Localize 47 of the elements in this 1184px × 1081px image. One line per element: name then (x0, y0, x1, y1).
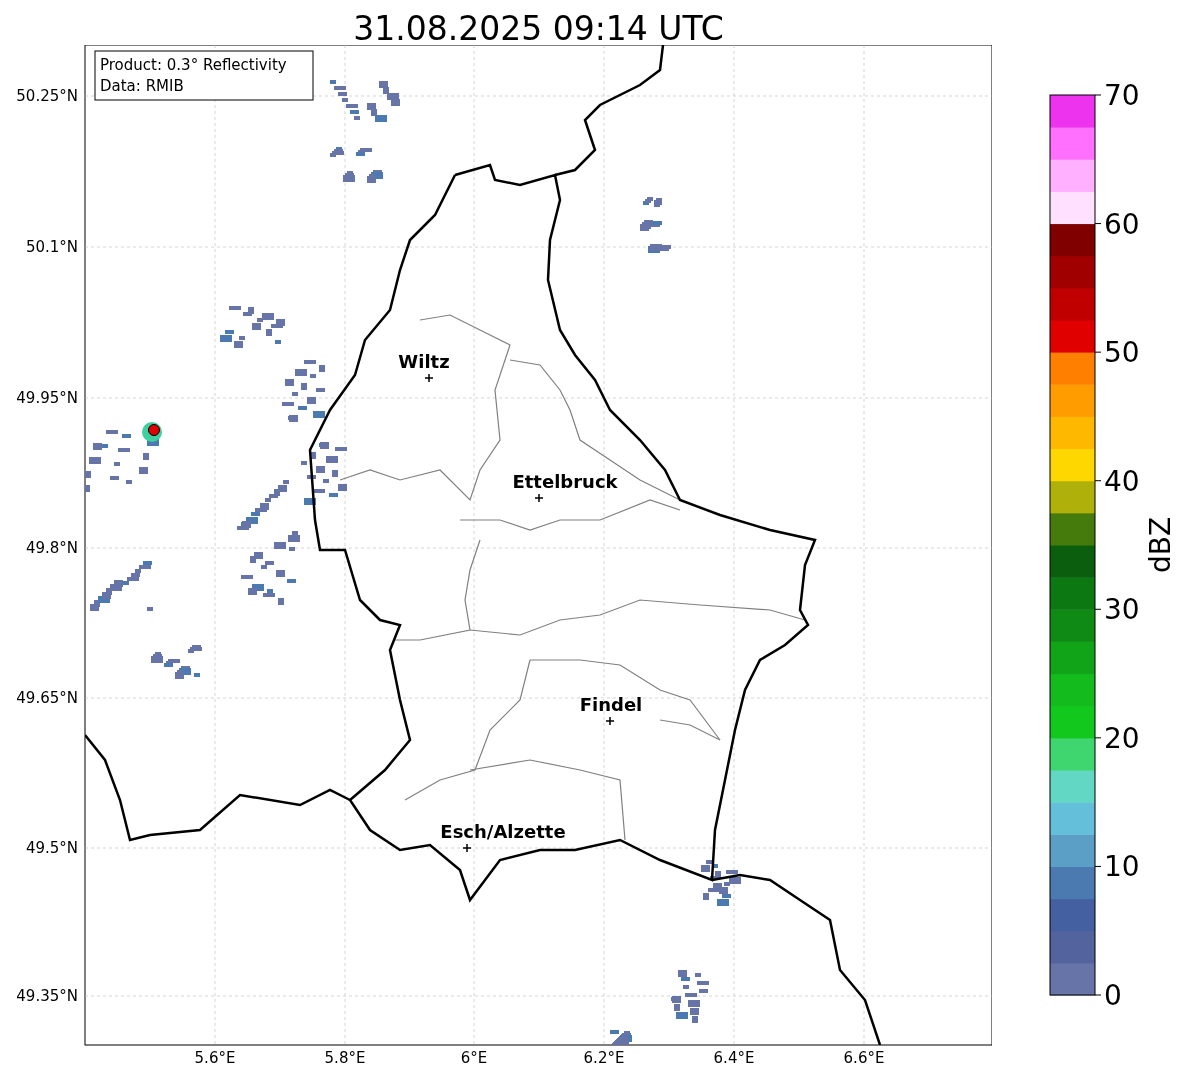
radar-echo-cluster-drawing (90, 561, 153, 611)
radar-echo-cluster-drawing (640, 197, 671, 253)
colorbar-tick-label: 30 (1104, 593, 1140, 627)
longitude-tick-label: 6.4°E (713, 1049, 755, 1067)
longitude-tick-label: 6°E (460, 1049, 488, 1067)
latitude-tick-label: 49.95°N (16, 389, 78, 407)
radar-echo-cluster-drawing (330, 147, 383, 183)
colorbar-tick-label: 60 (1104, 207, 1140, 241)
colorbar-tick-label: 40 (1104, 464, 1140, 498)
city-label: Wiltz (398, 351, 450, 372)
radar-site-icon (142, 422, 162, 442)
radar-echo-cluster-drawing (671, 970, 709, 1023)
colorbar-tick-label: 70 (1104, 79, 1140, 112)
longitude-tick-label: 6.2°E (583, 1049, 625, 1067)
latitude-tick-label: 49.5°N (25, 839, 78, 857)
city-marker-icon (605, 716, 615, 726)
radar-echo-cluster-drawing (220, 306, 285, 348)
legend-text: Data: RMIB (100, 77, 184, 95)
colorbar-tick-label: 20 (1104, 721, 1140, 755)
longitude-tick-label: 6.6°E (843, 1049, 885, 1067)
radar-echo-cluster-drawing (151, 645, 202, 679)
city-label: Findel (579, 694, 643, 715)
longitude-tick-label: 5.8°E (324, 1049, 366, 1067)
city-marker-icon (424, 373, 434, 383)
city-marker-icon (534, 493, 544, 503)
city-marker-icon (462, 843, 472, 853)
radar-echo-cluster-drawing (282, 360, 325, 422)
radar-echo-cluster-drawing (610, 1030, 632, 1045)
latitude-tick-label: 49.8°N (25, 539, 78, 557)
latitude-tick-label: 50.1°N (25, 238, 78, 256)
radar-echo-cluster-drawing (241, 542, 296, 605)
city-label: Esch/Alzette (440, 821, 566, 842)
latitude-tick-label: 49.35°N (16, 987, 78, 1005)
latitude-tick-label: 49.65°N (16, 689, 78, 707)
radar-echo-cluster-drawing (330, 80, 400, 122)
latitude-tick-label: 50.25°N (16, 87, 78, 105)
chart-title: 31.08.2025 09:14 UTC (353, 12, 724, 45)
colorbar-title: dBZ (1144, 516, 1177, 574)
colorbar-tick-label: 10 (1104, 850, 1140, 884)
longitude-tick-label: 5.6°E (194, 1049, 236, 1067)
city-label: Ettelbruck (512, 471, 618, 492)
radar-echo-cluster-drawing (701, 860, 741, 906)
radar-echo-cluster-drawing (301, 442, 347, 505)
legend-text: Product: 0.3° Reflectivity (100, 56, 287, 74)
colorbar-tick-label: 50 (1104, 336, 1140, 370)
radar-echo-cluster-drawing (237, 480, 300, 542)
colorbar-tick-label: 0 (1104, 979, 1122, 1012)
